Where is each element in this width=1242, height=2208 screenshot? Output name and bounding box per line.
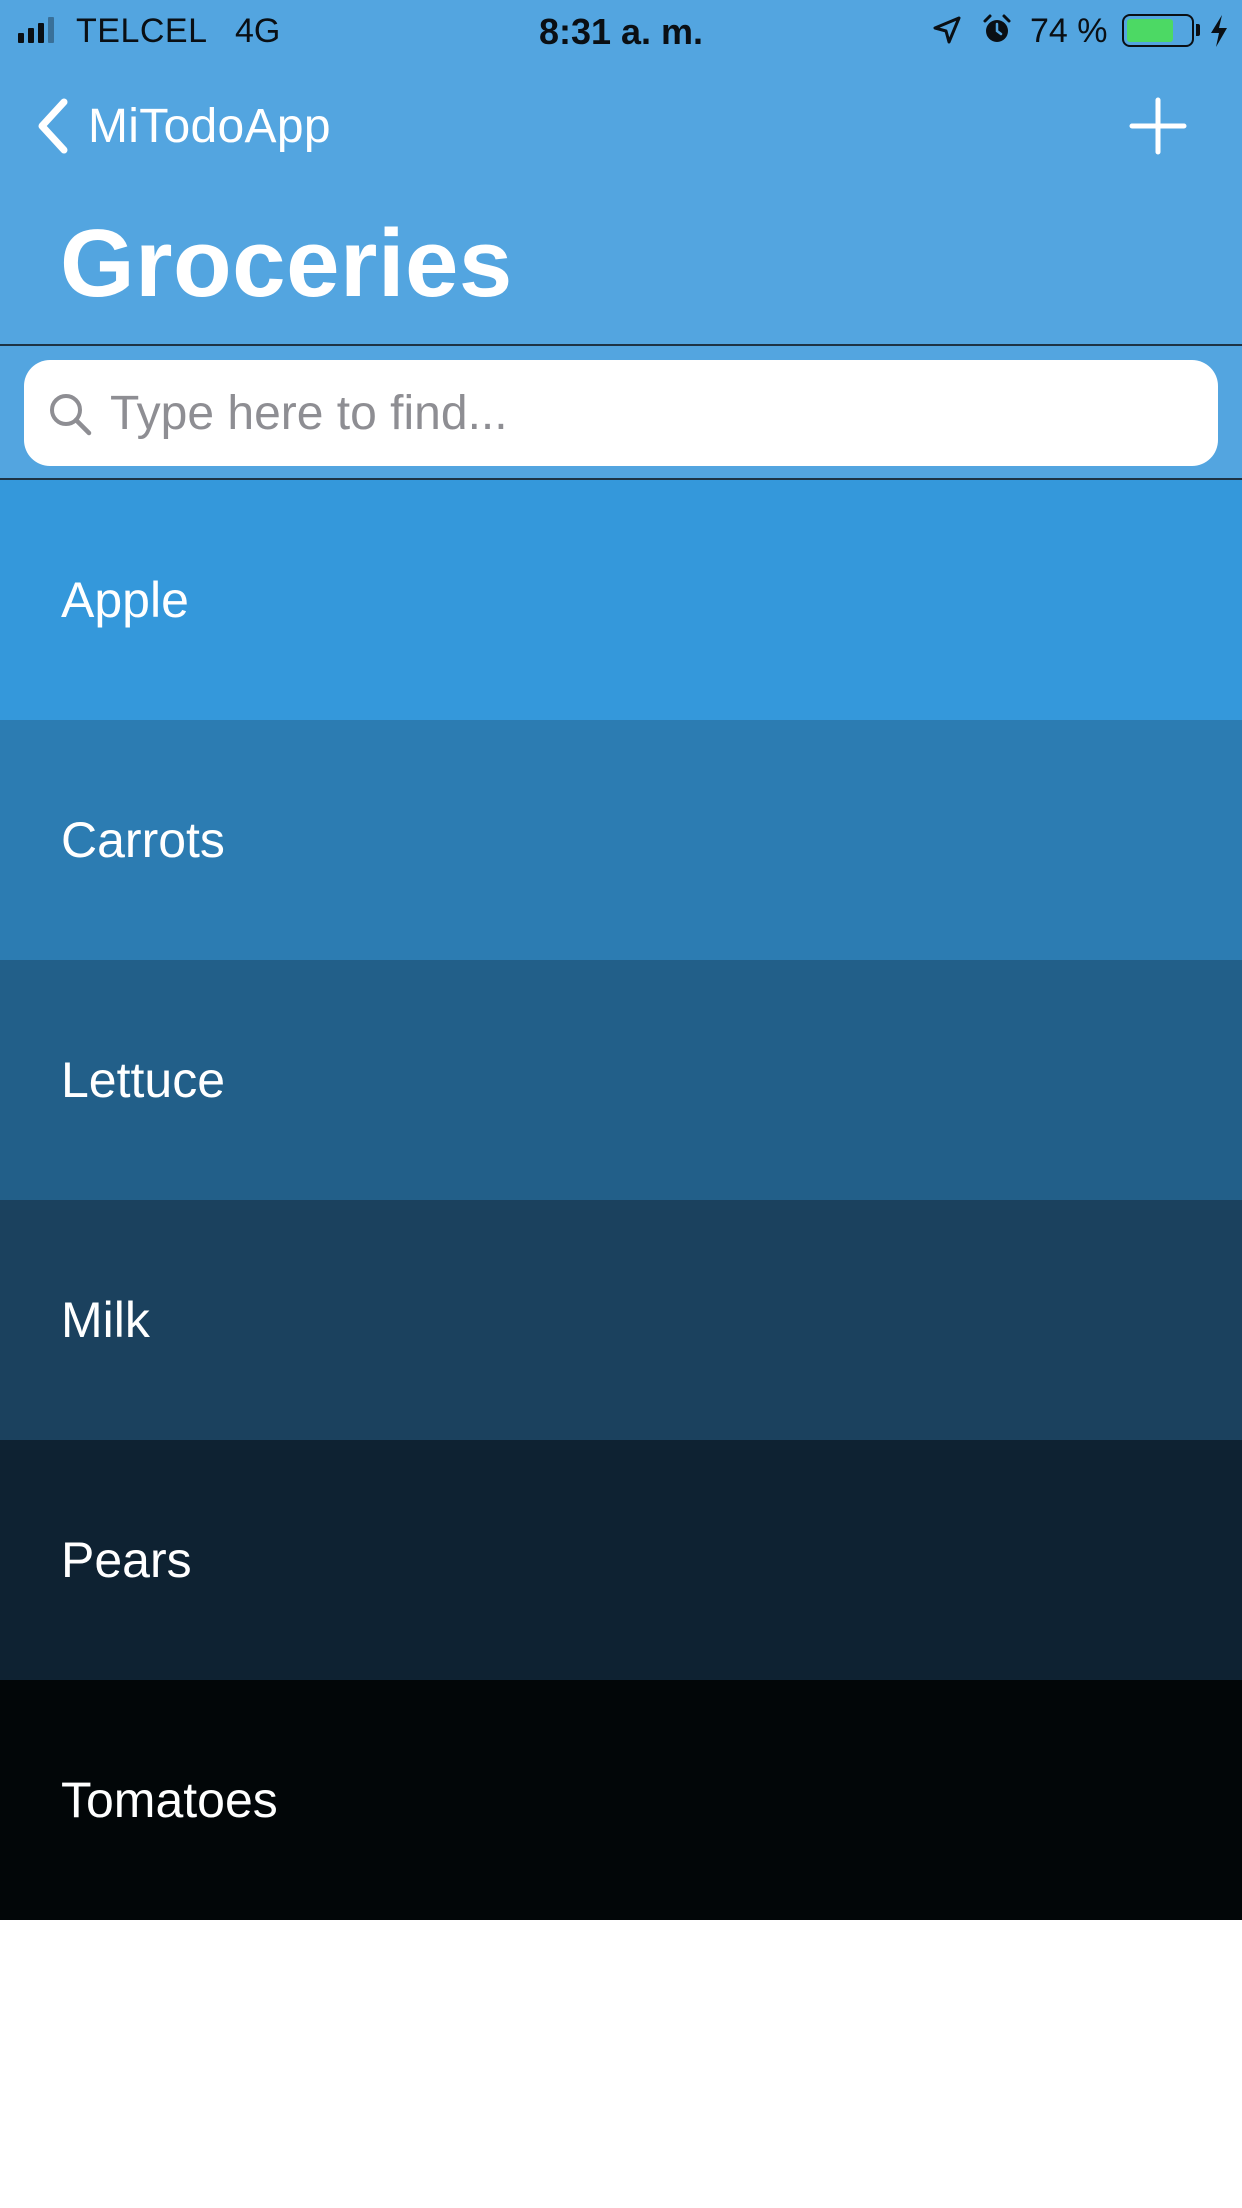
page-title: Groceries xyxy=(60,210,513,317)
search-input[interactable] xyxy=(110,360,1200,466)
list-item-label: Tomatoes xyxy=(61,1772,278,1828)
item-list: Apple Carrots Lettuce Milk Pears Tomatoes xyxy=(0,480,1242,1920)
list-item[interactable]: Tomatoes xyxy=(0,1680,1242,1920)
battery-tip xyxy=(1196,24,1200,36)
plus-icon[interactable] xyxy=(1126,94,1190,158)
alarm-icon xyxy=(983,14,1011,42)
search-bar xyxy=(0,346,1242,480)
list-item-label: Lettuce xyxy=(61,1052,226,1108)
list-item-label: Pears xyxy=(61,1532,192,1588)
search-icon xyxy=(50,394,92,436)
list-item-label: Carrots xyxy=(61,812,225,868)
chevron-left-icon xyxy=(38,98,68,154)
navigation-header: TELCEL 4G 8:31 a. m. 74 % MiTodoApp Groc… xyxy=(0,0,1242,346)
charging-icon xyxy=(1211,15,1227,47)
list-item[interactable]: Carrots xyxy=(0,720,1242,960)
search-field[interactable] xyxy=(24,360,1218,466)
battery-percentage: 74 % xyxy=(1030,12,1108,50)
battery-icon xyxy=(1122,14,1194,47)
back-button-label: MiTodoApp xyxy=(88,99,331,153)
list-item-label: Milk xyxy=(61,1292,150,1348)
app-screen: TELCEL 4G 8:31 a. m. 74 % MiTodoApp Groc… xyxy=(0,0,1242,2208)
list-item[interactable]: Milk xyxy=(0,1200,1242,1440)
location-icon xyxy=(933,16,961,44)
list-item[interactable]: Lettuce xyxy=(0,960,1242,1200)
battery-level-fill xyxy=(1127,19,1173,42)
back-button[interactable]: MiTodoApp xyxy=(34,96,331,156)
list-item-label: Apple xyxy=(61,572,189,628)
list-item[interactable]: Apple xyxy=(0,480,1242,720)
status-bar: TELCEL 4G 8:31 a. m. 74 % xyxy=(0,0,1242,62)
list-item[interactable]: Pears xyxy=(0,1440,1242,1680)
